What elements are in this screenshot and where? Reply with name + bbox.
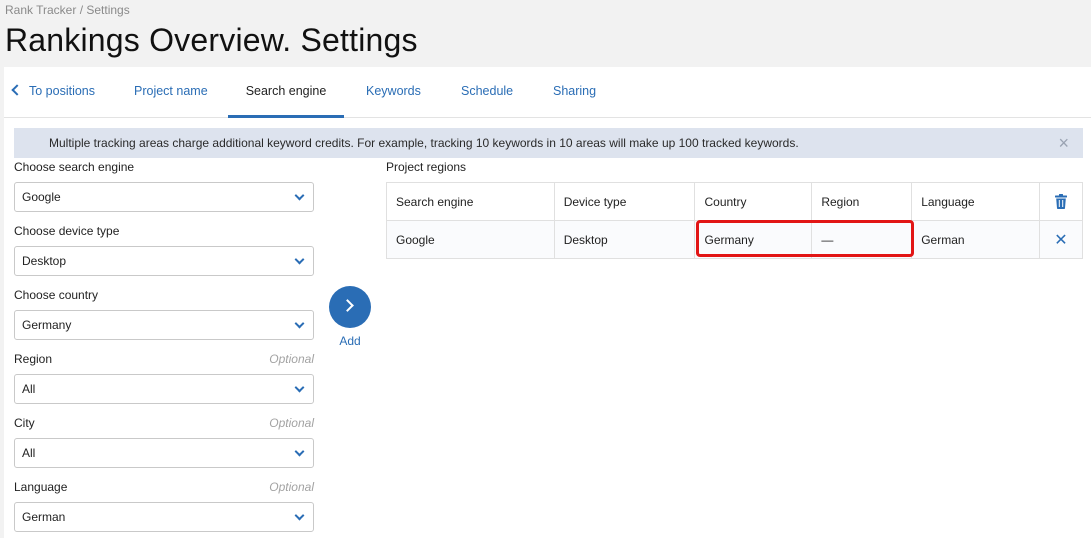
search-engine-select[interactable]: Google — [14, 182, 314, 212]
city-value: All — [22, 446, 36, 460]
device-type-value: Desktop — [22, 254, 67, 268]
back-label: To positions — [29, 84, 96, 98]
region-select[interactable]: All — [14, 374, 314, 404]
chevron-down-icon — [294, 254, 305, 265]
tab-bar: To positions Project name Search engine … — [4, 67, 1091, 118]
country-select[interactable]: Germany — [14, 310, 314, 340]
language-value: German — [22, 510, 66, 524]
close-icon[interactable]: × — [1058, 128, 1069, 158]
chevron-down-icon — [294, 190, 305, 201]
breadcrumb: Rank Tracker / Settings — [5, 3, 130, 17]
info-banner: Multiple tracking areas charge additiona… — [14, 128, 1083, 158]
column-header-search-engine: Search engine — [386, 182, 555, 221]
device-type-select[interactable]: Desktop — [14, 246, 314, 276]
project-regions-table: Search engine Device type Country Region… — [386, 182, 1083, 259]
chevron-down-icon — [294, 318, 305, 329]
chevron-down-icon — [294, 510, 305, 521]
language-label: Language — [14, 480, 68, 494]
region-optional-hint: Optional — [269, 352, 314, 366]
info-message: Multiple tracking areas charge additiona… — [49, 136, 799, 150]
close-icon[interactable]: ✕ — [1054, 232, 1067, 249]
back-to-positions-link[interactable]: To positions — [11, 67, 96, 118]
add-region-button[interactable] — [329, 286, 371, 328]
column-header-country: Country — [694, 182, 813, 221]
region-value: All — [22, 382, 36, 396]
cell-country: Germany — [694, 220, 813, 259]
search-engine-value: Google — [22, 190, 61, 204]
tab-search-engine[interactable]: Search engine — [228, 67, 344, 118]
city-label: City — [14, 416, 35, 430]
city-select[interactable]: All — [14, 438, 314, 468]
column-header-region: Region — [811, 182, 913, 221]
chevron-left-icon — [11, 84, 23, 96]
chevron-down-icon — [294, 382, 305, 393]
project-regions-title: Project regions — [386, 160, 467, 174]
add-label[interactable]: Add — [329, 334, 371, 348]
language-select[interactable]: German — [14, 502, 314, 532]
chevron-right-icon — [341, 299, 354, 312]
delete-all-cell — [1039, 182, 1083, 221]
country-label: Choose country — [14, 288, 99, 302]
table-row: Google Desktop Germany — German ✕ — [386, 220, 1083, 259]
search-engine-label: Choose search engine — [14, 160, 135, 174]
region-label: Region — [14, 352, 53, 366]
column-header-language: Language — [911, 182, 1041, 221]
cell-region: — — [811, 220, 913, 259]
trash-icon[interactable] — [1055, 194, 1067, 210]
device-type-label: Choose device type — [14, 224, 120, 238]
country-value: Germany — [22, 318, 72, 332]
tab-keywords[interactable]: Keywords — [366, 67, 421, 118]
cell-search-engine: Google — [386, 220, 555, 259]
tab-project-name[interactable]: Project name — [134, 67, 208, 118]
settings-panel: To positions Project name Search engine … — [4, 67, 1091, 538]
remove-row-cell: ✕ — [1039, 220, 1083, 259]
language-optional-hint: Optional — [269, 480, 314, 494]
chevron-down-icon — [294, 446, 305, 457]
cell-language: German — [911, 220, 1041, 259]
cell-device-type: Desktop — [553, 220, 696, 259]
table-header-row: Search engine Device type Country Region… — [386, 182, 1083, 221]
tab-sharing[interactable]: Sharing — [553, 67, 596, 118]
page-title: Rankings Overview. Settings — [5, 22, 418, 58]
tab-schedule[interactable]: Schedule — [461, 67, 513, 118]
column-header-device-type: Device type — [553, 182, 696, 221]
city-optional-hint: Optional — [269, 416, 314, 430]
